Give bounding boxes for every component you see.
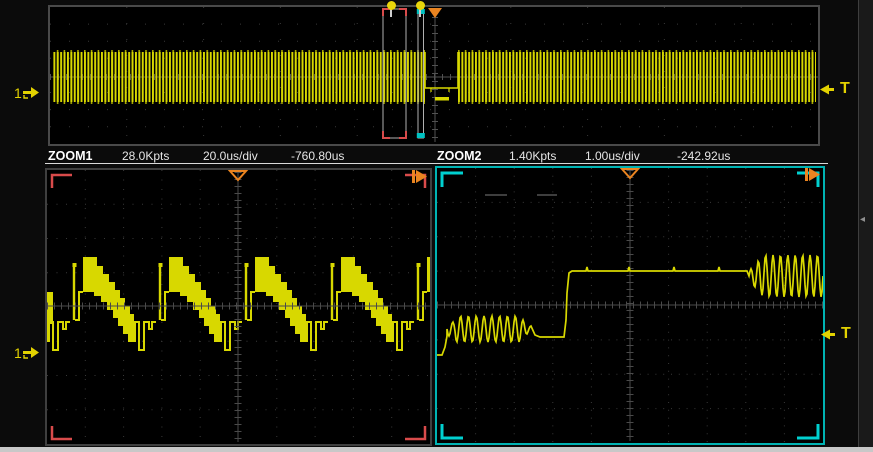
trigger-label-zoom2: T — [841, 326, 851, 342]
zoom2-canvas — [437, 168, 823, 443]
left-arrow-icon — [820, 83, 835, 96]
trigger-position-icon[interactable] — [428, 8, 442, 18]
zoom2-faint-trace — [485, 194, 557, 196]
zoom2-title: ZOOM2 — [437, 149, 481, 163]
main-timebase-view[interactable] — [48, 5, 820, 146]
side-panel-edge: ◂ — [858, 0, 873, 447]
zoom1-points: 28.0Kpts — [122, 149, 169, 163]
main-waveform-canvas — [50, 7, 818, 144]
trigger-level-marker-main[interactable]: T — [820, 81, 850, 97]
zoom2-center-marker[interactable] — [416, 1, 425, 10]
oscilloscope-screen: 1 T ZOOM1 28.0Kpts 20.0us/div -760.80us … — [0, 0, 873, 452]
channel1-label: 1 — [14, 86, 22, 100]
channel-arrow-icon — [23, 345, 40, 361]
channel-arrow-icon — [23, 85, 40, 101]
zoom2-delay: -242.92us — [677, 149, 730, 163]
split-divider — [45, 163, 828, 164]
zoom1-delay: -760.80us — [291, 149, 344, 163]
zoom2-points: 1.40Kpts — [509, 149, 556, 163]
channel1-position-marker-zoom1[interactable]: 1 — [14, 345, 40, 361]
zoom1-canvas — [47, 170, 430, 444]
channel1-position-marker[interactable]: 1 — [14, 85, 40, 101]
zoom1-center-marker[interactable] — [387, 1, 396, 10]
zoom2-center-axis — [437, 170, 823, 441]
trigger-label: T — [840, 81, 850, 97]
zoom2-window[interactable] — [435, 166, 825, 445]
zoom2-marker-stem — [419, 9, 421, 17]
zoom2-region-cap-bottom — [417, 133, 425, 138]
zoom1-title: ZOOM1 — [48, 149, 92, 163]
panel-collapse-icon[interactable]: ◂ — [860, 215, 865, 225]
zoom2-timebase: 1.00us/div — [585, 149, 640, 163]
zoom1-marker-stem — [390, 9, 392, 17]
channel1-label-zoom1: 1 — [14, 346, 22, 360]
bottom-bar — [0, 447, 873, 452]
trigger-level-marker-zoom2[interactable]: T — [821, 326, 851, 342]
left-arrow-icon — [821, 328, 836, 341]
zoom1-window[interactable] — [45, 168, 432, 446]
zoom1-timebase: 20.0us/div — [203, 149, 258, 163]
